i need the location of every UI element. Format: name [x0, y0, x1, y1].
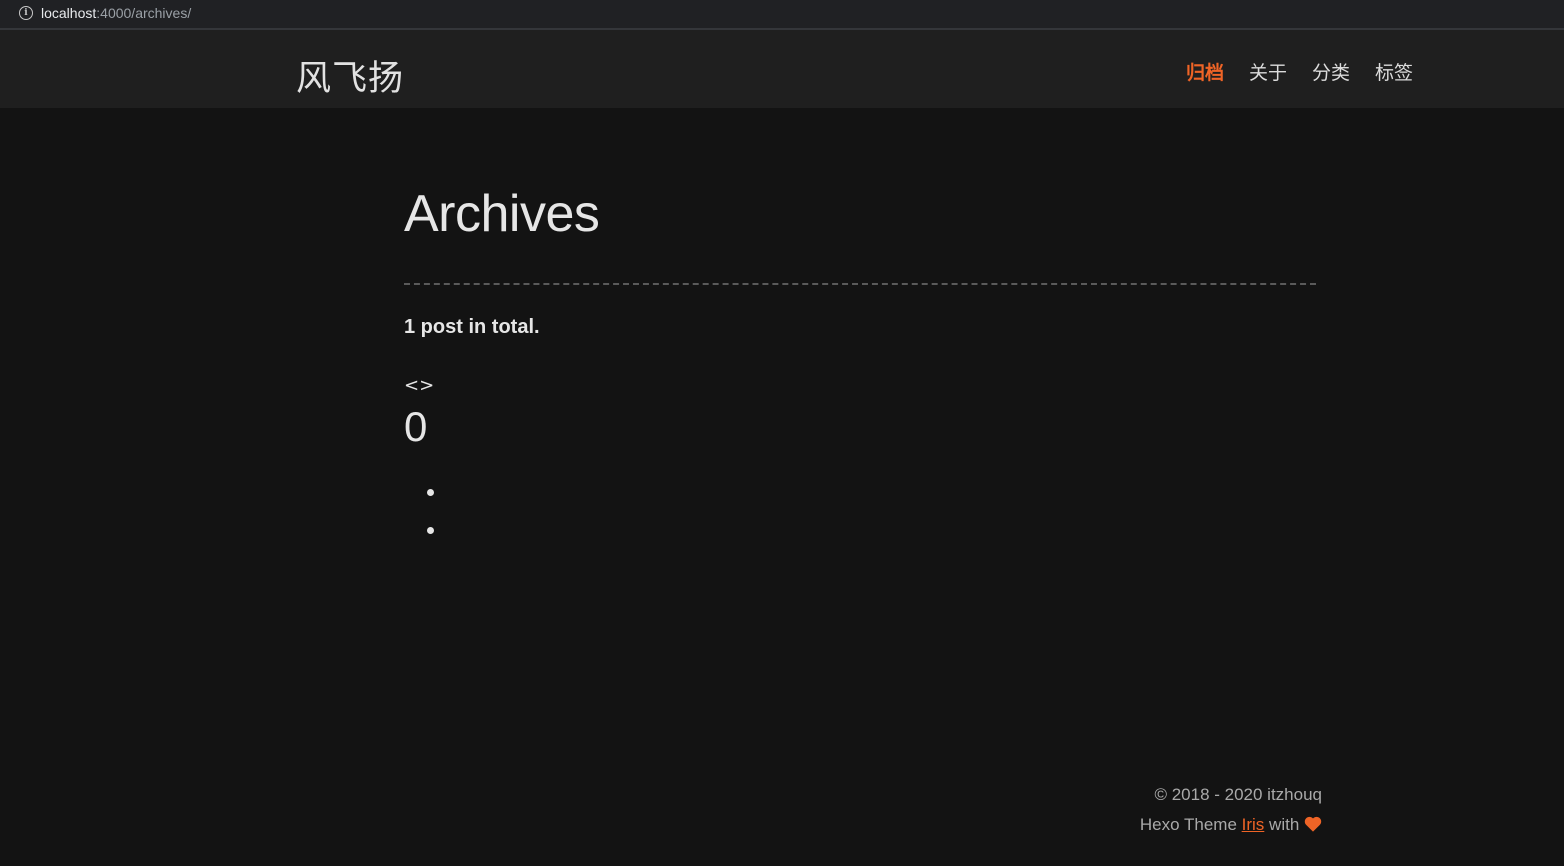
- theme-suffix: with: [1264, 815, 1304, 834]
- site-footer: © 2018 - 2020 itzhouq Hexo Theme Iris wi…: [1140, 780, 1322, 840]
- nav-item-tags[interactable]: 标签: [1375, 58, 1413, 85]
- year-marker: <>: [404, 375, 435, 396]
- browser-address-bar[interactable]: i localhost:4000/archives/: [0, 0, 1564, 30]
- nav-item-categories[interactable]: 分类: [1312, 58, 1350, 85]
- main-nav: 归档 关于 分类 标签: [1186, 58, 1413, 85]
- theme-credit: Hexo Theme Iris with: [1140, 810, 1322, 840]
- theme-prefix: Hexo Theme: [1139, 815, 1242, 834]
- post-list: [404, 480, 434, 556]
- copyright-text: © 2018 - 2020 itzhouq: [1154, 785, 1322, 804]
- info-icon[interactable]: i: [19, 6, 33, 20]
- site-title[interactable]: 风飞扬: [296, 50, 404, 101]
- url-field[interactable]: i localhost:4000/archives/: [8, 1, 1564, 25]
- year-heading: 0: [404, 403, 428, 450]
- nav-item-about[interactable]: 关于: [1249, 58, 1287, 85]
- post-total: 1 post in total.: [404, 316, 540, 338]
- site-header: 风飞扬 归档 关于 分类 标签: [0, 30, 1564, 108]
- url-host: localhost: [41, 5, 97, 21]
- theme-link[interactable]: Iris: [1242, 815, 1265, 834]
- url-text: localhost:4000/archives/: [41, 5, 191, 21]
- title-divider: [404, 283, 1316, 285]
- heart-icon: [1304, 816, 1322, 832]
- nav-item-archives[interactable]: 归档: [1186, 58, 1224, 85]
- page-title: Archives: [404, 185, 600, 243]
- url-path: :4000/archives/: [96, 5, 192, 21]
